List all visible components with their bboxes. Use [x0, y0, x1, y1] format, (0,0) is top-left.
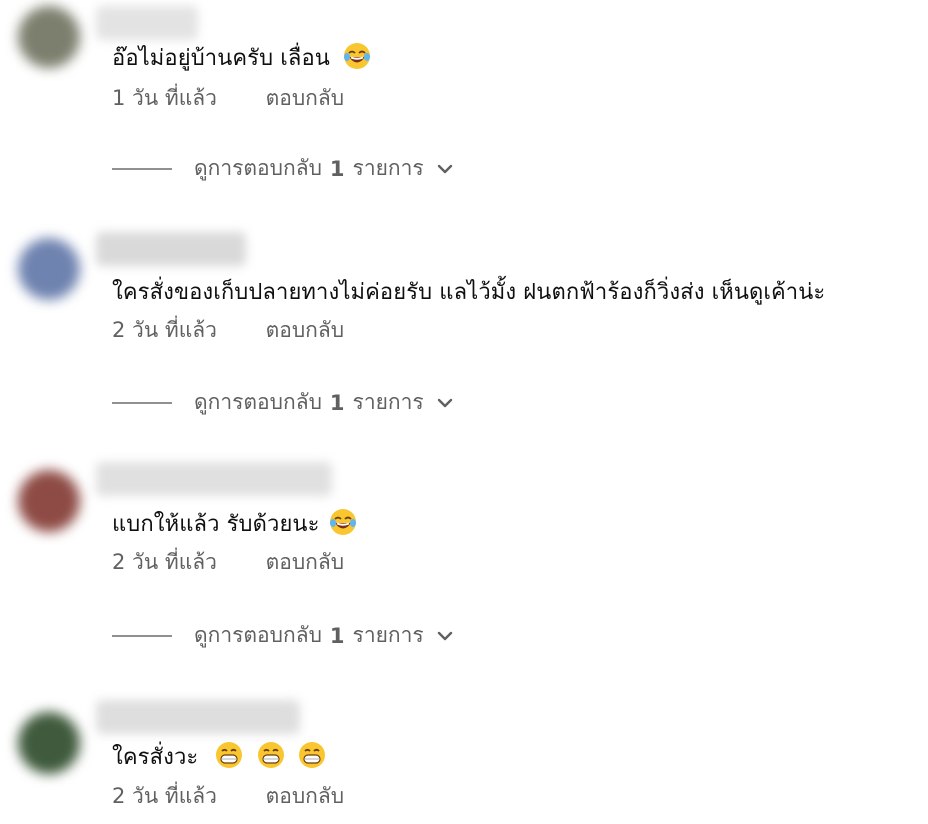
grinning-face-icon [215, 741, 243, 775]
view-replies-button[interactable]: ดูการตอบกลับ 1 รายการ [112, 619, 456, 652]
avatar[interactable] [18, 238, 80, 300]
view-replies-label: ดูการตอบกลับ [194, 623, 322, 647]
chevron-down-icon [434, 392, 456, 414]
grinning-face-icon [298, 741, 326, 775]
comment-text-content: ใครสั่งวะ [112, 745, 199, 770]
replies-count: 1 [329, 623, 345, 648]
view-replies-button[interactable]: ดูการตอบกลับ 1 รายการ [112, 152, 456, 185]
chevron-down-icon [434, 158, 456, 180]
author-name-blurred[interactable] [96, 6, 198, 40]
comments-page: อ๊อไม่อยู่บ้านครับ เลื่อน 1 วัน ที่แล้ว … [0, 0, 928, 824]
avatar[interactable] [18, 712, 80, 774]
face-with-tears-of-joy-icon [329, 508, 357, 542]
comment-text-content: แบกให้แล้ว รับด้วยนะ [112, 512, 320, 537]
grinning-face-icon [257, 741, 285, 775]
replies-suffix: รายการ [352, 156, 424, 180]
avatar[interactable] [18, 470, 80, 532]
comment-text-content: อ๊อไม่อยู่บ้านครับ เลื่อน [112, 46, 330, 71]
face-with-tears-of-joy-icon [343, 42, 371, 76]
author-name-blurred[interactable] [96, 232, 246, 266]
replies-suffix: รายการ [352, 390, 424, 414]
chevron-down-icon [434, 625, 456, 647]
view-replies-button[interactable]: ดูการตอบกลับ 1 รายการ [112, 386, 456, 419]
comment-text: ใครสั่งวะ [112, 739, 326, 775]
replies-count: 1 [329, 390, 345, 415]
reply-button[interactable]: ตอบกลับ [266, 784, 345, 808]
author-name-blurred[interactable] [96, 462, 332, 496]
replies-divider [112, 167, 172, 170]
comment-text: แบกให้แล้ว รับด้วยนะ [112, 506, 357, 542]
reply-button[interactable]: ตอบกลับ [266, 318, 345, 342]
replies-divider [112, 401, 172, 404]
reply-button[interactable]: ตอบกลับ [266, 550, 345, 574]
comment-meta: 2 วัน ที่แล้ว ตอบกลับ [112, 546, 344, 579]
comment-timestamp[interactable]: 2 วัน ที่แล้ว [112, 318, 217, 342]
avatar[interactable] [18, 6, 80, 68]
reply-button[interactable]: ตอบกลับ [266, 86, 345, 110]
comment-meta: 2 วัน ที่แล้ว ตอบกลับ [112, 780, 344, 813]
comment-text: อ๊อไม่อยู่บ้านครับ เลื่อน [112, 40, 371, 76]
comment-text-content: ใครสั่งของเก็บปลายทางไม่ค่อยรับ แลไว้มั้… [112, 280, 826, 305]
replies-suffix: รายการ [352, 623, 424, 647]
comment-timestamp[interactable]: 2 วัน ที่แล้ว [112, 784, 217, 808]
view-replies-label: ดูการตอบกลับ [194, 390, 322, 414]
comment-meta: 2 วัน ที่แล้ว ตอบกลับ [112, 314, 344, 347]
view-replies-label: ดูการตอบกลับ [194, 156, 322, 180]
comment-timestamp[interactable]: 1 วัน ที่แล้ว [112, 86, 217, 110]
comment-timestamp[interactable]: 2 วัน ที่แล้ว [112, 550, 217, 574]
author-name-blurred[interactable] [96, 700, 300, 734]
replies-divider [112, 634, 172, 637]
replies-count: 1 [329, 156, 345, 181]
comment-meta: 1 วัน ที่แล้ว ตอบกลับ [112, 82, 344, 115]
comment-text: ใครสั่งของเก็บปลายทางไม่ค่อยรับ แลไว้มั้… [112, 274, 825, 309]
